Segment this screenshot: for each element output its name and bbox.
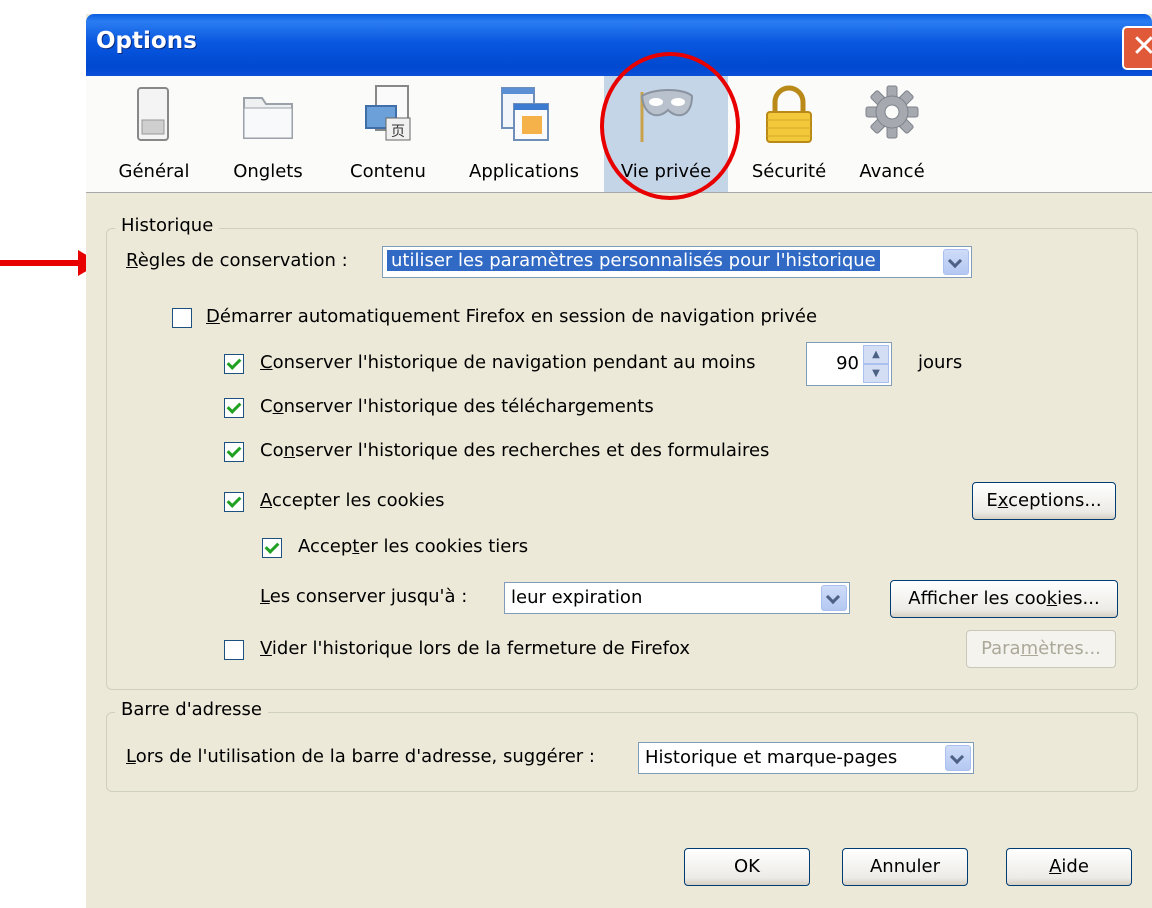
applications-icon — [501, 87, 549, 141]
exceptions-button[interactable]: Exceptions... — [972, 482, 1116, 520]
tab-avance[interactable]: Avancé — [850, 76, 934, 192]
gear-icon — [865, 85, 919, 139]
accept-third-party-cookies-checkbox[interactable] — [262, 538, 282, 558]
keep-navigation-history-label: Conserver l'historique de navigation pen… — [260, 352, 756, 373]
accept-cookies-label: Accepter les cookies — [260, 490, 445, 511]
days-unit: jours — [918, 352, 963, 373]
content-icon: 页 — [365, 85, 411, 141]
tab-onglets[interactable]: Onglets — [226, 76, 310, 192]
annotation-arrow-rules — [0, 250, 100, 276]
keep-until-label: Les conserver jusqu'à : — [260, 586, 468, 607]
keep-search-history-label: Conserver l'historique des recherches et… — [260, 440, 770, 461]
keep-until-select[interactable]: leur expiration — [504, 582, 850, 614]
keep-download-history-label: Conserver l'historique des téléchargemen… — [260, 396, 654, 417]
chevron-down-icon[interactable] — [821, 585, 847, 611]
tab-applications-label: Applications — [469, 161, 579, 182]
accept-cookies-checkbox[interactable] — [224, 492, 244, 512]
spinner-down-icon[interactable]: ▼ — [863, 364, 889, 383]
tab-securite-label: Sécurité — [751, 161, 827, 182]
spinner-up-icon[interactable]: ▲ — [863, 345, 889, 364]
tab-applications[interactable]: Applications — [462, 76, 586, 192]
accept-third-party-cookies-label: Accepter les cookies tiers — [298, 536, 529, 557]
autostart-private-label: Démarrer automatiquement Firefox en sess… — [206, 306, 818, 327]
keep-until-value: leur expiration — [511, 587, 643, 608]
close-button[interactable]: ✕ — [1122, 26, 1152, 70]
history-legend: Historique — [115, 215, 220, 236]
autostart-private-checkbox[interactable] — [172, 308, 192, 328]
rules-select[interactable]: utiliser les paramètres personnalisés po… — [382, 246, 972, 278]
ok-button[interactable]: OK — [684, 848, 810, 886]
chevron-down-icon[interactable] — [945, 745, 971, 771]
tab-securite[interactable]: Sécurité — [746, 76, 832, 192]
clear-history-on-close-label: Vider l'historique lors de la fermeture … — [260, 638, 691, 659]
help-button[interactable]: Aide — [1006, 848, 1132, 886]
tab-contenu-label: Contenu — [350, 161, 426, 182]
title-bar: Options ✕ — [86, 14, 1152, 76]
window-title: Options — [96, 28, 197, 54]
tab-avance-label: Avancé — [859, 161, 925, 182]
tab-contenu[interactable]: 页 Contenu — [340, 76, 436, 192]
chevron-down-icon[interactable] — [943, 249, 969, 275]
padlock-icon — [766, 85, 812, 143]
tabs-icon — [243, 97, 293, 139]
rules-label: Règles de conservation : — [126, 250, 348, 271]
clear-history-on-close-checkbox[interactable] — [224, 640, 244, 660]
suggest-select[interactable]: Historique et marque-pages — [638, 742, 974, 774]
suggest-value: Historique et marque-pages — [645, 747, 898, 768]
rules-select-value: utiliser les paramètres personnalisés po… — [387, 250, 880, 271]
tab-general-label: Général — [118, 161, 190, 182]
days-value: 90 — [836, 353, 859, 374]
keep-search-history-checkbox[interactable] — [224, 442, 244, 462]
keep-download-history-checkbox[interactable] — [224, 398, 244, 418]
address-bar-legend: Barre d'adresse — [115, 699, 269, 720]
days-spinner[interactable]: 90 ▲ ▼ — [806, 342, 892, 386]
tab-general[interactable]: Général — [114, 76, 194, 192]
settings-button[interactable]: Paramètres... — [966, 630, 1116, 668]
cancel-button[interactable]: Annuler — [842, 848, 968, 886]
tab-onglets-label: Onglets — [233, 161, 303, 182]
svg-text:页: 页 — [391, 124, 405, 140]
suggest-label: Lors de l'utilisation de la barre d'adre… — [126, 746, 595, 767]
keep-navigation-history-checkbox[interactable] — [224, 354, 244, 374]
annotation-circle — [600, 52, 740, 200]
show-cookies-button[interactable]: Afficher les cookies... — [890, 580, 1118, 618]
general-icon — [137, 87, 169, 141]
